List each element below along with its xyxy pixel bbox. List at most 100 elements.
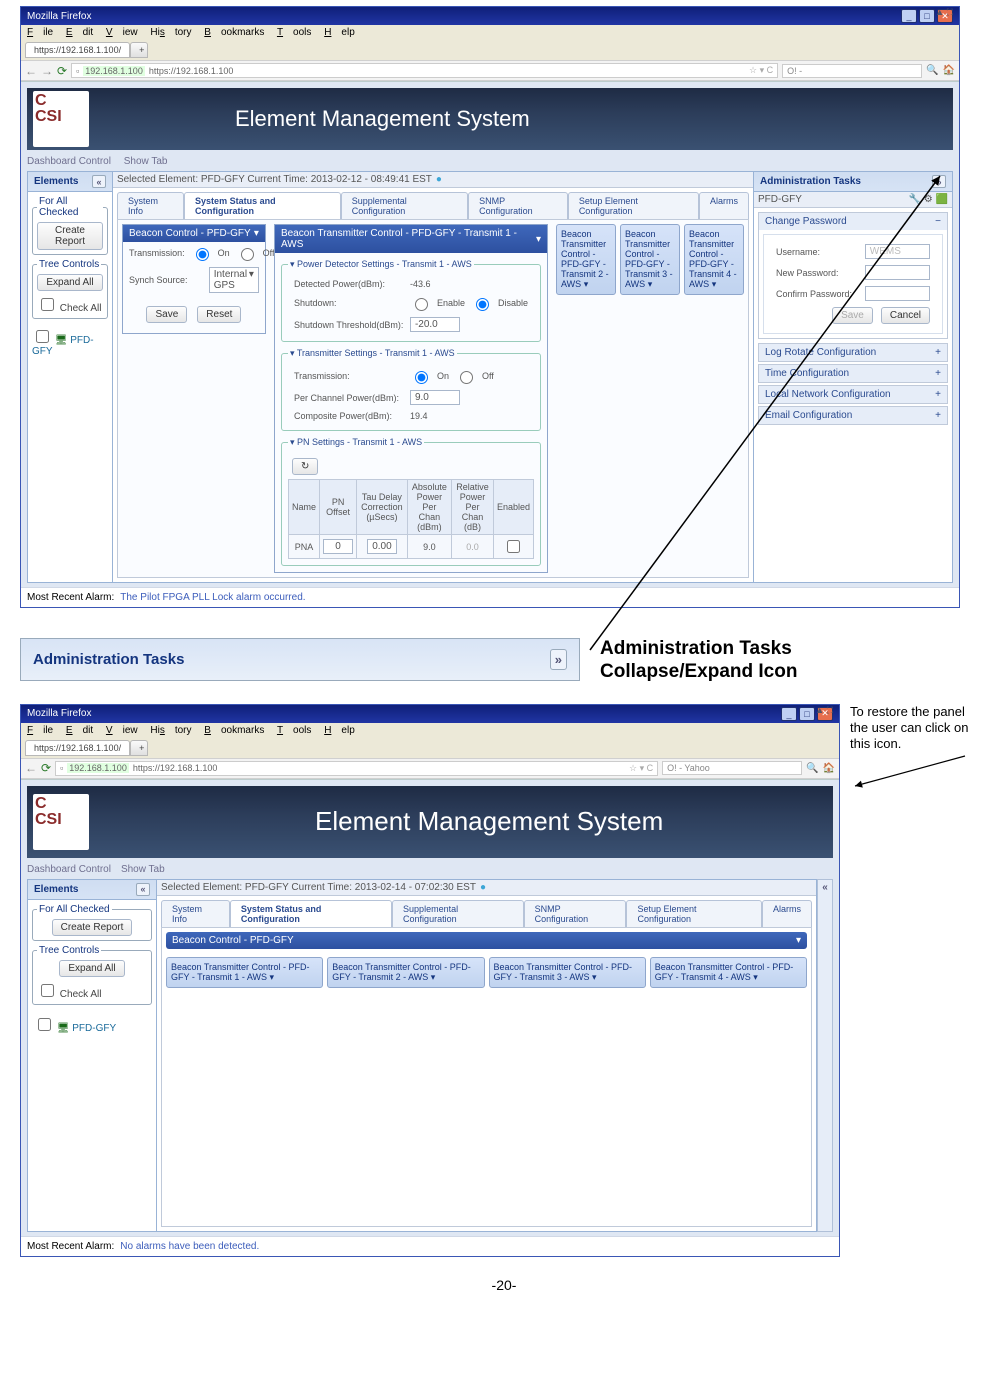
tree-node[interactable]: 🖥 PFD-GFY bbox=[28, 1009, 156, 1040]
expand-all-button[interactable]: Expand All bbox=[59, 960, 124, 977]
tx2-off-radio[interactable] bbox=[460, 371, 473, 384]
tree-node-checkbox[interactable] bbox=[38, 1018, 51, 1031]
tx-pill[interactable]: Beacon Transmitter Control - PFD-GFY - T… bbox=[327, 957, 484, 988]
menu-edit[interactable]: Edit bbox=[66, 725, 93, 736]
menu-help[interactable]: Help bbox=[324, 725, 355, 736]
tab-system-status[interactable]: System Status and Configuration bbox=[184, 192, 341, 219]
admin-collapse-icon[interactable]: » bbox=[932, 175, 946, 188]
pn-offset-input[interactable]: 0 bbox=[323, 539, 353, 554]
star-icon[interactable]: ☆ ▾ C bbox=[749, 65, 773, 76]
menu-bookmarks[interactable]: Bookmarks bbox=[204, 725, 264, 736]
browser-tab[interactable]: https://192.168.1.100/ bbox=[25, 42, 130, 58]
chevron-down-icon[interactable]: ▾ bbox=[536, 234, 541, 245]
corner-tools[interactable]: ▲ ⛶ bbox=[815, 705, 833, 716]
shutdown-enable-radio[interactable] bbox=[415, 298, 428, 311]
tab-alarms[interactable]: Alarms bbox=[699, 192, 749, 219]
menu-tools[interactable]: Tools bbox=[277, 725, 311, 736]
dash-item[interactable]: Show Tab bbox=[124, 156, 168, 167]
browser-tab[interactable]: https://192.168.1.100/ bbox=[25, 740, 130, 756]
admin-tool-icons[interactable]: 🔧 ⚙ 🟩 bbox=[909, 194, 948, 205]
tx-pill[interactable]: Beacon Transmitter Control - PFD-GFY - T… bbox=[684, 224, 744, 295]
menu-file[interactable]: File bbox=[27, 27, 53, 38]
maximize-icon[interactable]: □ bbox=[799, 707, 815, 721]
expand-all-button[interactable]: Expand All bbox=[37, 274, 102, 291]
minimize-icon[interactable]: _ bbox=[781, 707, 797, 721]
save-button[interactable]: Save bbox=[832, 307, 873, 324]
tx-pill[interactable]: Beacon Transmitter Control - PFD-GFY - T… bbox=[489, 957, 646, 988]
confirm-password-input[interactable] bbox=[865, 286, 930, 301]
back-icon[interactable]: ← bbox=[25, 761, 37, 775]
menu-view[interactable]: View bbox=[106, 725, 138, 736]
collapse-expand-icon[interactable]: » bbox=[550, 649, 567, 670]
tx-off-radio[interactable] bbox=[241, 248, 254, 261]
menu-help[interactable]: Help bbox=[324, 27, 355, 38]
tx-pill[interactable]: Beacon Transmitter Control - PFD-GFY - T… bbox=[620, 224, 680, 295]
tab-setup-element[interactable]: Setup Element Configuration bbox=[568, 192, 699, 219]
forward-icon[interactable]: → bbox=[41, 64, 53, 78]
new-password-input[interactable] bbox=[865, 265, 930, 280]
dash-item[interactable]: Dashboard Control bbox=[27, 864, 111, 875]
admin-item[interactable]: Email Configuration+ bbox=[758, 406, 948, 425]
cancel-button[interactable]: Cancel bbox=[881, 307, 930, 324]
search-go-icon[interactable]: 🔍 bbox=[806, 763, 818, 774]
menu-file[interactable]: File bbox=[27, 725, 53, 736]
menu-bookmarks[interactable]: Bookmarks bbox=[204, 27, 264, 38]
create-report-button[interactable]: Create Report bbox=[52, 919, 133, 936]
tab-snmp[interactable]: SNMP Configuration bbox=[524, 900, 627, 927]
menu-edit[interactable]: Edit bbox=[66, 27, 93, 38]
admin-item[interactable]: Log Rotate Configuration+ bbox=[758, 343, 948, 362]
reload-icon[interactable]: ⟳ bbox=[41, 761, 51, 775]
reload-icon[interactable]: ⟳ bbox=[57, 64, 67, 78]
chevron-down-icon[interactable]: ▾ bbox=[796, 935, 801, 946]
per-channel-power-input[interactable]: 9.0 bbox=[410, 390, 460, 405]
address-bar[interactable]: ▫ 192.168.1.100 https://192.168.1.100 ☆ … bbox=[71, 63, 778, 78]
maximize-icon[interactable]: □ bbox=[919, 9, 935, 23]
dash-item[interactable]: Show Tab bbox=[121, 864, 165, 875]
tx-pill[interactable]: Beacon Transmitter Control - PFD-GFY - T… bbox=[166, 957, 323, 988]
search-go-icon[interactable]: 🔍 bbox=[926, 65, 938, 76]
corner-tools[interactable]: ▲ ⛶ bbox=[935, 7, 953, 18]
back-icon[interactable]: ← bbox=[25, 64, 37, 78]
menu-view[interactable]: View bbox=[106, 27, 138, 38]
threshold-input[interactable]: -20.0 bbox=[410, 317, 460, 332]
tab-supplemental[interactable]: Supplemental Configuration bbox=[392, 900, 524, 927]
tab-system-status[interactable]: System Status and Configuration bbox=[230, 900, 392, 927]
username-input[interactable]: WEMS bbox=[865, 244, 930, 259]
tree-node[interactable]: 🖥 PFD-GFY bbox=[28, 323, 112, 361]
collapse-icon[interactable]: « bbox=[92, 175, 106, 188]
new-tab-button[interactable]: + bbox=[130, 740, 148, 756]
tab-system-info[interactable]: System Info bbox=[161, 900, 230, 927]
tx-pill[interactable]: Beacon Transmitter Control - PFD-GFY - T… bbox=[650, 957, 807, 988]
home-icon[interactable]: 🏠 bbox=[943, 65, 955, 76]
tab-system-info[interactable]: System Info bbox=[117, 192, 184, 219]
create-report-button[interactable]: Create Report bbox=[37, 222, 103, 250]
address-bar[interactable]: ▫ 192.168.1.100 https://192.168.1.100 ☆ … bbox=[55, 761, 658, 776]
dash-item[interactable]: Dashboard Control bbox=[27, 156, 111, 167]
tx2-on-radio[interactable] bbox=[415, 371, 428, 384]
tab-supplemental[interactable]: Supplemental Configuration bbox=[341, 192, 468, 219]
menu-history[interactable]: History bbox=[150, 725, 191, 736]
refresh-icon[interactable]: ↻ bbox=[292, 458, 318, 475]
synch-source-select[interactable]: Internal GPS▾ bbox=[209, 267, 259, 293]
check-all-checkbox[interactable] bbox=[41, 298, 54, 311]
shutdown-disable-radio[interactable] bbox=[476, 298, 489, 311]
new-tab-button[interactable]: + bbox=[130, 42, 148, 58]
admin-item[interactable]: Time Configuration+ bbox=[758, 364, 948, 383]
tab-alarms[interactable]: Alarms bbox=[762, 900, 812, 927]
check-all-checkbox[interactable] bbox=[41, 984, 54, 997]
enabled-checkbox[interactable] bbox=[507, 540, 520, 553]
tau-input[interactable]: 0.00 bbox=[367, 539, 397, 554]
reset-button[interactable]: Reset bbox=[197, 306, 241, 323]
search-bar[interactable]: O! - Yahoo bbox=[662, 761, 802, 775]
change-password-header[interactable]: Change Password− bbox=[759, 213, 947, 230]
admin-item[interactable]: Local Network Configuration+ bbox=[758, 385, 948, 404]
expand-icon[interactable]: « bbox=[822, 882, 828, 893]
collapse-icon[interactable]: « bbox=[136, 883, 150, 896]
home-icon[interactable]: 🏠 bbox=[823, 763, 835, 774]
search-bar[interactable]: O! - bbox=[782, 64, 922, 78]
minimize-icon[interactable]: _ bbox=[901, 9, 917, 23]
chevron-down-icon[interactable]: ▾ bbox=[254, 228, 259, 239]
tab-snmp[interactable]: SNMP Configuration bbox=[468, 192, 568, 219]
tab-setup-element[interactable]: Setup Element Configuration bbox=[626, 900, 762, 927]
save-button[interactable]: Save bbox=[146, 306, 187, 323]
